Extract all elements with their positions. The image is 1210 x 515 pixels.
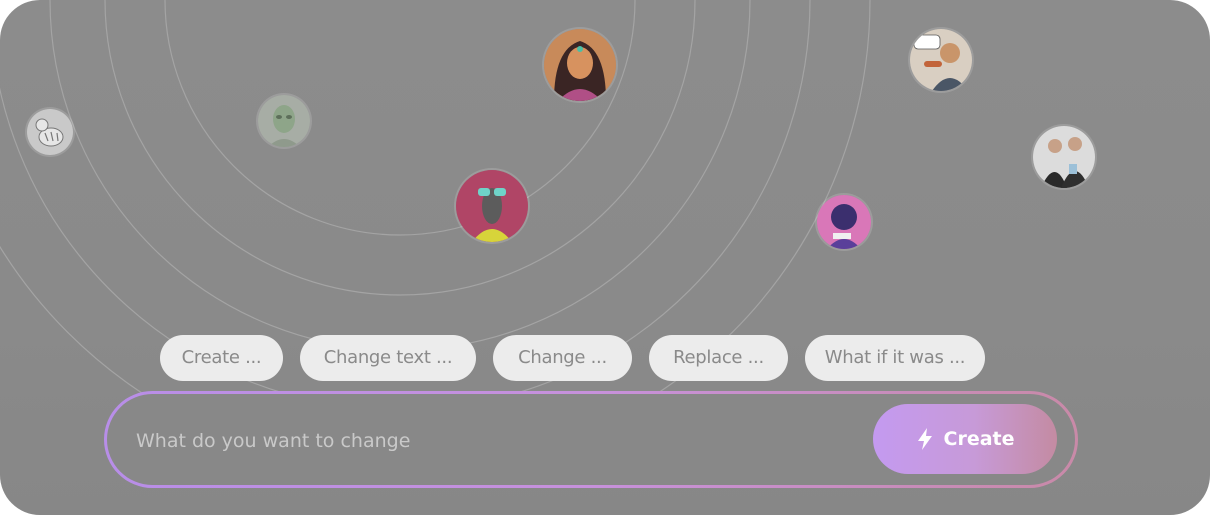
- hero-panel: Create ... Change text ... Change ... Re…: [0, 0, 1210, 515]
- suggestion-chip-change-text[interactable]: Change text ...: [300, 335, 476, 381]
- prompt-bar: Create: [104, 391, 1078, 488]
- prompt-bar-inner: Create: [107, 394, 1075, 485]
- suggestion-chip-change[interactable]: Change ...: [493, 335, 632, 381]
- avatar-man-hotdog-make-eat-again[interactable]: [910, 29, 972, 91]
- suggestion-chip-what-if[interactable]: What if it was ...: [805, 335, 985, 381]
- avatar-woman-portrait[interactable]: [544, 29, 616, 101]
- prompt-input[interactable]: [134, 416, 838, 466]
- avatar-purple-character[interactable]: [817, 195, 871, 249]
- avatar-dog-sunglasses[interactable]: [456, 170, 528, 242]
- avatar-cartoon-zebra[interactable]: [27, 109, 73, 155]
- lightning-icon: [917, 428, 932, 450]
- avatar-green-alien[interactable]: [258, 95, 310, 147]
- create-button-label: Create: [943, 428, 1015, 450]
- suggestion-chip-create[interactable]: Create ...: [160, 335, 283, 381]
- suggestion-chip-replace[interactable]: Replace ...: [649, 335, 788, 381]
- avatar-two-men-suits[interactable]: [1033, 126, 1095, 188]
- create-button[interactable]: Create: [873, 404, 1057, 474]
